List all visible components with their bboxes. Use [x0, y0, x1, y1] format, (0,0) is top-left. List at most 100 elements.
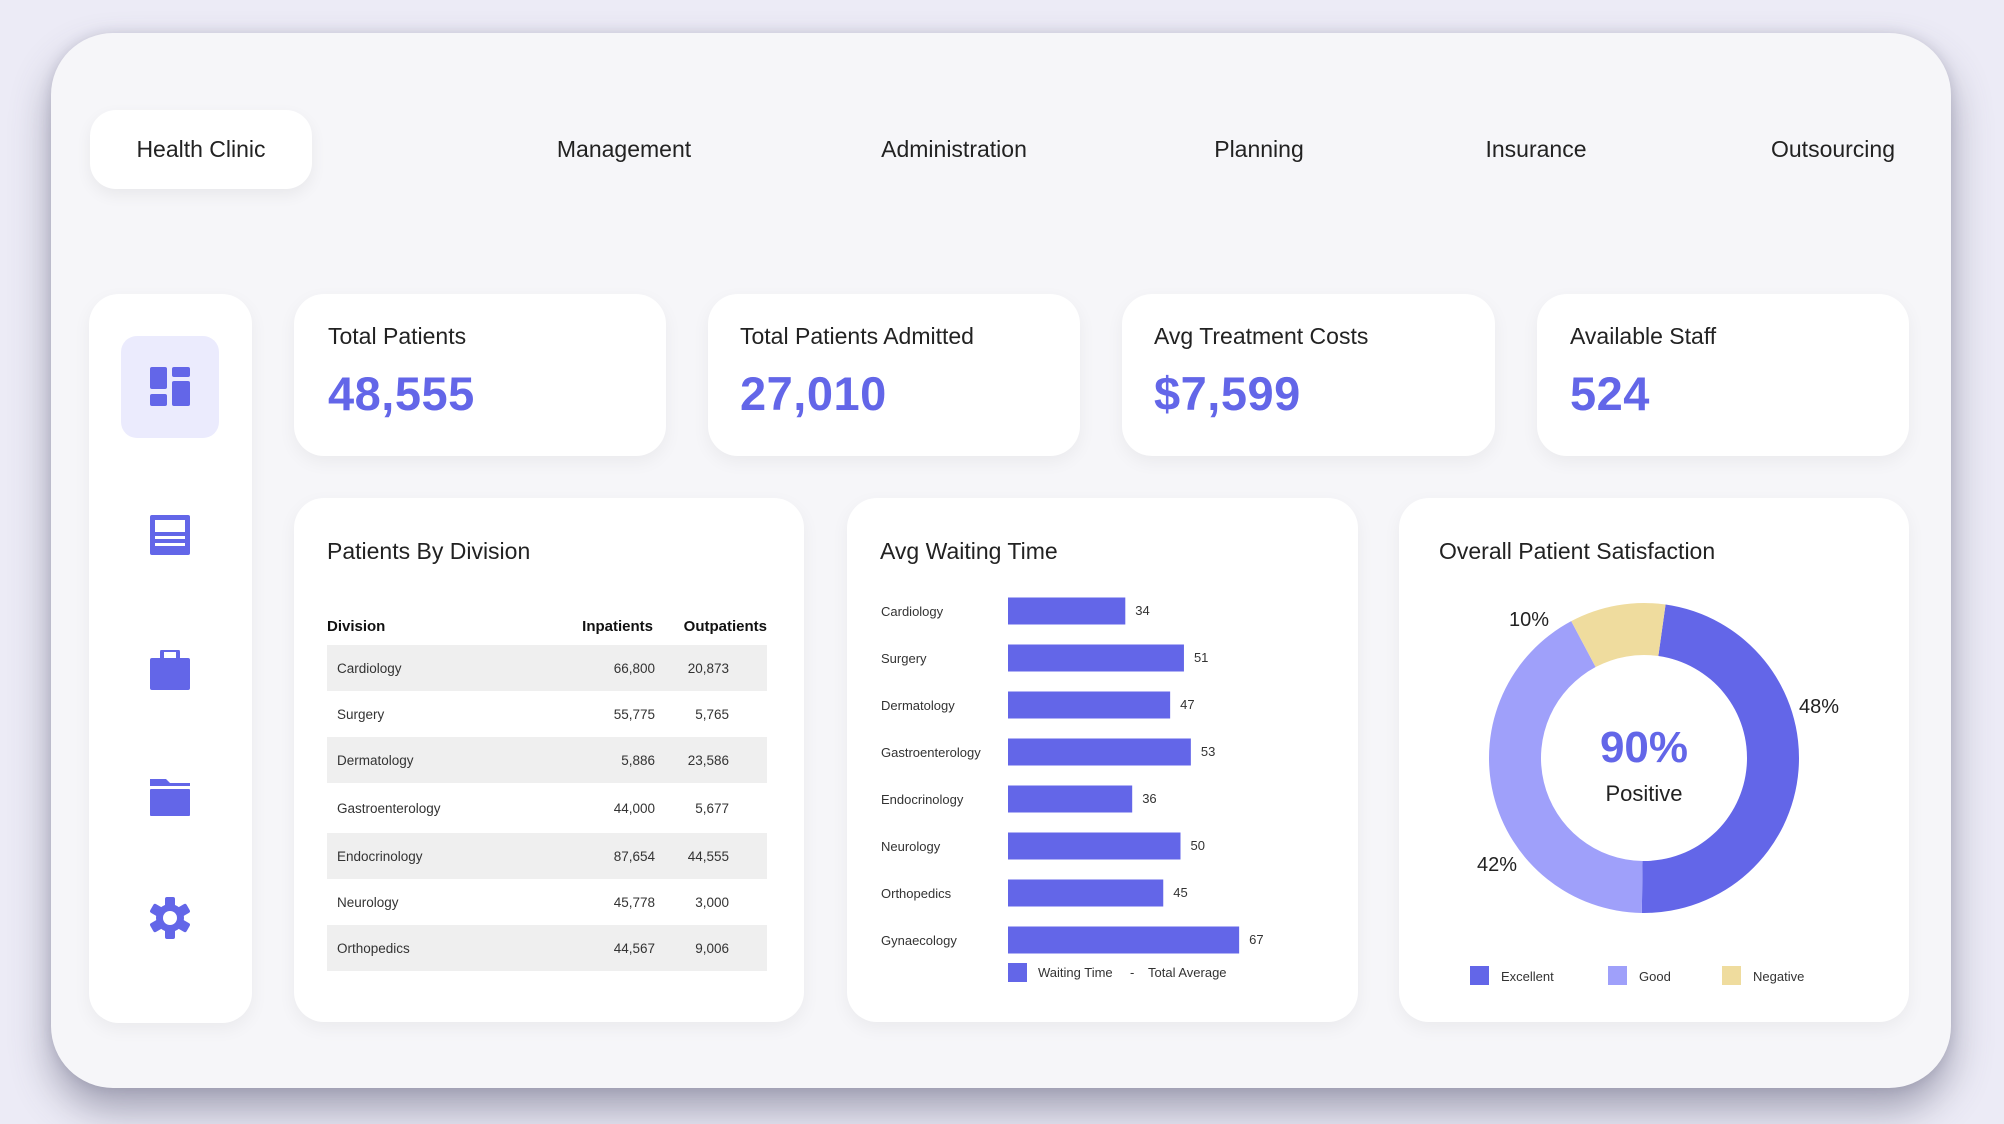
kpi-card-available-staff: Available Staff 524	[1537, 294, 1909, 456]
sidebar-item-settings[interactable]	[121, 867, 219, 969]
donut-center-value: 90%	[1600, 723, 1688, 772]
bar	[1008, 738, 1191, 766]
card-title: Patients By Division	[327, 538, 531, 564]
patients-by-division-card: Patients By Division Division Inpatients…	[294, 498, 804, 1022]
table-header: Division Inpatients Outpatients	[327, 611, 767, 641]
patient-satisfaction-card: Overall Patient Satisfaction 48% 42% 10% 90…	[1399, 498, 1909, 1022]
bar-category-label: Surgery	[881, 651, 927, 666]
bar-category-label: Gastroenterology	[881, 745, 981, 760]
kpi-value: 27,010	[740, 367, 887, 420]
document-list-icon	[150, 515, 190, 555]
sidebar-item-dashboard[interactable]	[121, 336, 219, 438]
table-row: Dermatology 5,886 23,586	[327, 737, 767, 783]
table-row: Orthopedics 44,567 9,006	[327, 925, 767, 971]
cell-outpatients: 5,765	[695, 706, 729, 722]
cell-division: Cardiology	[337, 660, 402, 676]
sidebar-item-folder[interactable]	[121, 746, 219, 848]
nav-tab-planning[interactable]: Planning	[1214, 136, 1304, 163]
division-table: Division Inpatients Outpatients Cardiolo…	[327, 611, 767, 971]
bar-category-label: Endocrinology	[881, 792, 964, 807]
kpi-label: Avg Treatment Costs	[1154, 323, 1369, 349]
table-row: Cardiology 66,800 20,873	[327, 645, 767, 691]
bar-category-label: Gynaecology	[881, 933, 957, 948]
nav-tab-insurance[interactable]: Insurance	[1485, 136, 1586, 163]
avg-waiting-time-card: Avg Waiting Time Cardiology 34 Surgery 51 De…	[847, 498, 1358, 1022]
slice-percent-label: 10%	[1509, 609, 1549, 631]
nav-tab-outsourcing[interactable]: Outsourcing	[1771, 136, 1895, 163]
kpi-value: 48,555	[328, 367, 475, 420]
cell-division: Surgery	[337, 706, 385, 722]
bar-value-label: 67	[1249, 932, 1263, 947]
sidebar	[89, 294, 252, 1023]
bar-value-label: 50	[1191, 838, 1205, 853]
column-header-outpatients: Outpatients	[683, 617, 767, 635]
cell-outpatients: 3,000	[695, 894, 729, 910]
satisfaction-donut-chart: 48% 42% 10% 90% Positive Excellent Good Negativ…	[1470, 603, 1839, 985]
legend-swatch-waiting-time	[1008, 963, 1027, 982]
bar-category-label: Cardiology	[881, 604, 944, 619]
cell-outpatients: 44,555	[687, 848, 729, 864]
cell-inpatients: 66,800	[613, 660, 655, 676]
cell-outpatients: 20,873	[687, 660, 729, 676]
bar	[1008, 691, 1171, 719]
dashboard-icon	[150, 367, 190, 406]
kpi-label: Total Patients	[328, 323, 467, 349]
cell-division: Orthopedics	[337, 940, 410, 956]
kpi-label: Available Staff	[1570, 323, 1717, 349]
legend-label-total-average: Total Average	[1148, 965, 1227, 980]
bar-category-label: Dermatology	[881, 698, 955, 713]
nav-tab-administration[interactable]: Administration	[881, 136, 1027, 163]
cell-inpatients: 45,778	[613, 894, 655, 910]
sidebar-item-documents[interactable]	[121, 484, 219, 586]
kpi-card-avg-treatment-costs: Avg Treatment Costs $7,599	[1122, 294, 1495, 456]
legend-separator: -	[1130, 965, 1134, 980]
cell-division: Gastroenterology	[337, 800, 441, 816]
bar	[1008, 926, 1240, 954]
bar	[1008, 785, 1133, 813]
bar	[1008, 832, 1181, 860]
legend-label-excellent: Excellent	[1501, 969, 1554, 984]
legend-swatch-good	[1608, 966, 1627, 985]
table-row: Surgery 55,775 5,765	[327, 691, 767, 737]
briefcase-icon	[150, 650, 190, 690]
bar	[1008, 597, 1126, 625]
sidebar-item-briefcase[interactable]	[121, 619, 219, 721]
table-row: Endocrinology 87,654 44,555	[327, 833, 767, 879]
kpi-card-total-patients-admitted: Total Patients Admitted 27,010	[708, 294, 1080, 456]
bar-value-label: 34	[1135, 603, 1149, 618]
kpi-value: $7,599	[1154, 367, 1301, 420]
kpi-label: Total Patients Admitted	[740, 323, 974, 349]
bar-value-label: 47	[1180, 697, 1194, 712]
legend-label-negative: Negative	[1753, 969, 1804, 984]
legend-label-waiting-time: Waiting Time	[1038, 965, 1113, 980]
table-row: Gastroenterology 44,000 5,677	[327, 783, 767, 833]
cell-inpatients: 5,886	[621, 752, 655, 768]
cell-inpatients: 87,654	[613, 848, 655, 864]
cell-inpatients: 44,000	[613, 800, 655, 816]
folder-icon	[150, 779, 190, 816]
cell-inpatients: 55,775	[613, 706, 655, 722]
cell-outpatients: 9,006	[695, 940, 729, 956]
nav-tab-health-clinic[interactable]: Health Clinic	[90, 110, 312, 189]
slice-percent-label: 48%	[1799, 696, 1839, 718]
waiting-time-bar-chart: Cardiology 34 Surgery 51 Dermatology 47 Gastro…	[881, 597, 1264, 982]
cell-division: Neurology	[337, 894, 399, 910]
legend-swatch-excellent	[1470, 966, 1489, 985]
bar	[1008, 879, 1164, 907]
column-header-inpatients: Inpatients	[582, 617, 653, 635]
bar	[1008, 644, 1184, 672]
nav-tab-management[interactable]: Management	[557, 136, 691, 163]
table-row: Neurology 45,778 3,000	[327, 879, 767, 925]
cell-division: Endocrinology	[337, 848, 423, 864]
legend-swatch-negative	[1722, 966, 1741, 985]
bar-category-label: Orthopedics	[881, 886, 952, 901]
kpi-value: 524	[1570, 367, 1650, 420]
cell-outpatients: 23,586	[687, 752, 729, 768]
cell-inpatients: 44,567	[613, 940, 655, 956]
gear-icon	[150, 897, 190, 939]
donut-center-label: Positive	[1605, 781, 1682, 806]
bar-value-label: 36	[1142, 791, 1156, 806]
slice-percent-label: 42%	[1477, 854, 1517, 876]
legend-label-good: Good	[1639, 969, 1671, 984]
bar-value-label: 53	[1201, 744, 1215, 759]
